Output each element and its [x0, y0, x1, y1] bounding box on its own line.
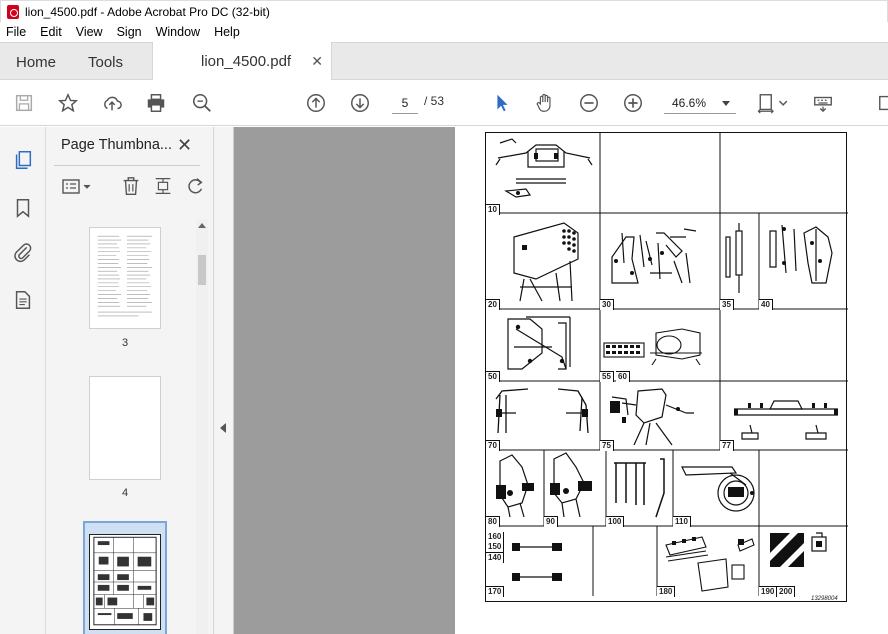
cell-label-110: 110 [673, 516, 691, 527]
cell-label-70: 70 [486, 440, 500, 451]
cell-label-20: 20 [486, 299, 500, 310]
panel-toolbar [46, 175, 214, 201]
divider [54, 165, 200, 166]
menu-view[interactable]: View [76, 25, 103, 39]
menu-help[interactable]: Help [214, 25, 240, 39]
tab-document-label: lion_4500.pdf [201, 52, 292, 70]
parts-index-grid: 10 20 30 35 40 50 55 60 70 75 77 80 90 1… [485, 132, 848, 602]
page-thumbnails-icon[interactable] [12, 149, 34, 171]
close-tab-icon[interactable]: ✕ [311, 53, 323, 70]
cell-label-35: 35 [720, 299, 734, 310]
menu-bar: File Edit View Sign Window Help [0, 22, 888, 42]
hand-tool-icon[interactable] [533, 91, 557, 115]
options-menu-icon[interactable] [60, 175, 96, 199]
previous-page-icon[interactable] [304, 91, 328, 115]
thumbnail-label: 3 [121, 337, 129, 349]
menu-edit[interactable]: Edit [40, 25, 62, 39]
save-icon[interactable] [12, 91, 36, 115]
panel-splitter[interactable] [214, 127, 234, 634]
scrollbar-thumb[interactable] [198, 255, 206, 285]
select-cursor-icon[interactable] [490, 91, 514, 115]
cell-label-10: 10 [486, 204, 500, 215]
scroll-up-arrow-icon[interactable] [198, 223, 206, 228]
zoom-level-dropdown[interactable]: 46.6% [664, 92, 736, 114]
thumbnail-page-3[interactable] [89, 227, 161, 329]
zoom-level-value: 46.6% [672, 96, 707, 110]
thumbnail-list[interactable]: 3 4 [46, 219, 198, 634]
menu-file[interactable]: File [6, 25, 26, 39]
cell-label-140: 140 [486, 552, 505, 563]
tab-tools[interactable]: Tools [88, 43, 123, 81]
cell-label-30: 30 [600, 299, 614, 310]
thumbnail-label: 4 [121, 487, 129, 499]
cell-label-90: 90 [544, 516, 558, 527]
close-panel-icon[interactable]: ✕ [177, 135, 192, 156]
cell-label-80: 80 [486, 516, 500, 527]
parts-illustrations [486, 133, 848, 596]
document-footer-code: 13298004 [811, 596, 838, 602]
page-number-input[interactable]: 5 [392, 92, 418, 114]
window-title: lion_4500.pdf - Adobe Acrobat Pro DC (32… [25, 4, 270, 19]
page-fit-icon[interactable] [756, 91, 792, 115]
cell-label-75: 75 [600, 440, 614, 451]
cell-label-100: 100 [606, 516, 625, 527]
acrobat-pdf-icon [7, 4, 19, 19]
rotate-page-icon[interactable] [184, 175, 208, 199]
print-icon[interactable] [144, 91, 168, 115]
toolbar: 5 / 53 46.6% [0, 80, 888, 126]
page-size-icon[interactable] [152, 175, 176, 199]
attachment-icon[interactable] [12, 241, 34, 263]
thumbnail-5-content [93, 536, 157, 626]
navigation-rail [0, 127, 46, 634]
bookmark-star-icon[interactable] [56, 91, 80, 115]
thumbnail-page-5[interactable] [89, 534, 161, 630]
tab-home[interactable]: Home [16, 43, 56, 81]
panel-title: Page Thumbna... [61, 137, 172, 153]
cell-label-60: 60 [616, 371, 630, 382]
document-viewer[interactable]: 10 20 30 35 40 50 55 60 70 75 77 80 90 1… [234, 127, 888, 634]
cell-label-77: 77 [720, 440, 734, 451]
zoom-out-icon[interactable] [577, 91, 601, 115]
menu-window[interactable]: Window [156, 25, 200, 39]
thumbnail-page-4[interactable] [89, 376, 161, 480]
bookmark-icon[interactable] [12, 197, 34, 219]
title-bar: lion_4500.pdf - Adobe Acrobat Pro DC (32… [0, 0, 888, 22]
next-page-icon[interactable] [348, 91, 372, 115]
zoom-in-icon[interactable] [621, 91, 645, 115]
upload-cloud-icon[interactable] [100, 91, 124, 115]
menu-sign[interactable]: Sign [117, 25, 142, 39]
keyboard-icon[interactable] [811, 91, 835, 115]
thumbnail-3-content [97, 235, 153, 317]
cell-label-180: 180 [657, 586, 676, 597]
document-properties-icon[interactable] [12, 289, 34, 311]
more-tools-icon[interactable] [876, 91, 888, 115]
cell-label-190: 190 [759, 586, 778, 597]
tab-bar: Home Tools lion_4500.pdf ✕ [0, 42, 888, 80]
collapse-panel-arrow-icon[interactable] [220, 423, 226, 433]
cell-label-200: 200 [777, 586, 796, 597]
page-total: / 53 [424, 94, 445, 108]
cell-label-40: 40 [759, 299, 773, 310]
tab-document[interactable]: lion_4500.pdf ✕ [152, 42, 332, 80]
chevron-down-icon [722, 101, 730, 106]
zoom-search-icon[interactable] [190, 91, 214, 115]
thumbnails-panel: Page Thumbna... ✕ 3 4 [46, 127, 214, 634]
delete-page-icon[interactable] [120, 175, 144, 199]
cell-label-160: 160 [486, 532, 505, 542]
cell-label-55: 55 [600, 371, 614, 382]
pdf-page: 10 20 30 35 40 50 55 60 70 75 77 80 90 1… [455, 127, 888, 634]
cell-label-150: 150 [486, 542, 505, 552]
cell-label-50: 50 [486, 371, 500, 382]
cell-label-170: 170 [486, 586, 505, 597]
thumbnail-scrollbar[interactable] [196, 219, 208, 634]
